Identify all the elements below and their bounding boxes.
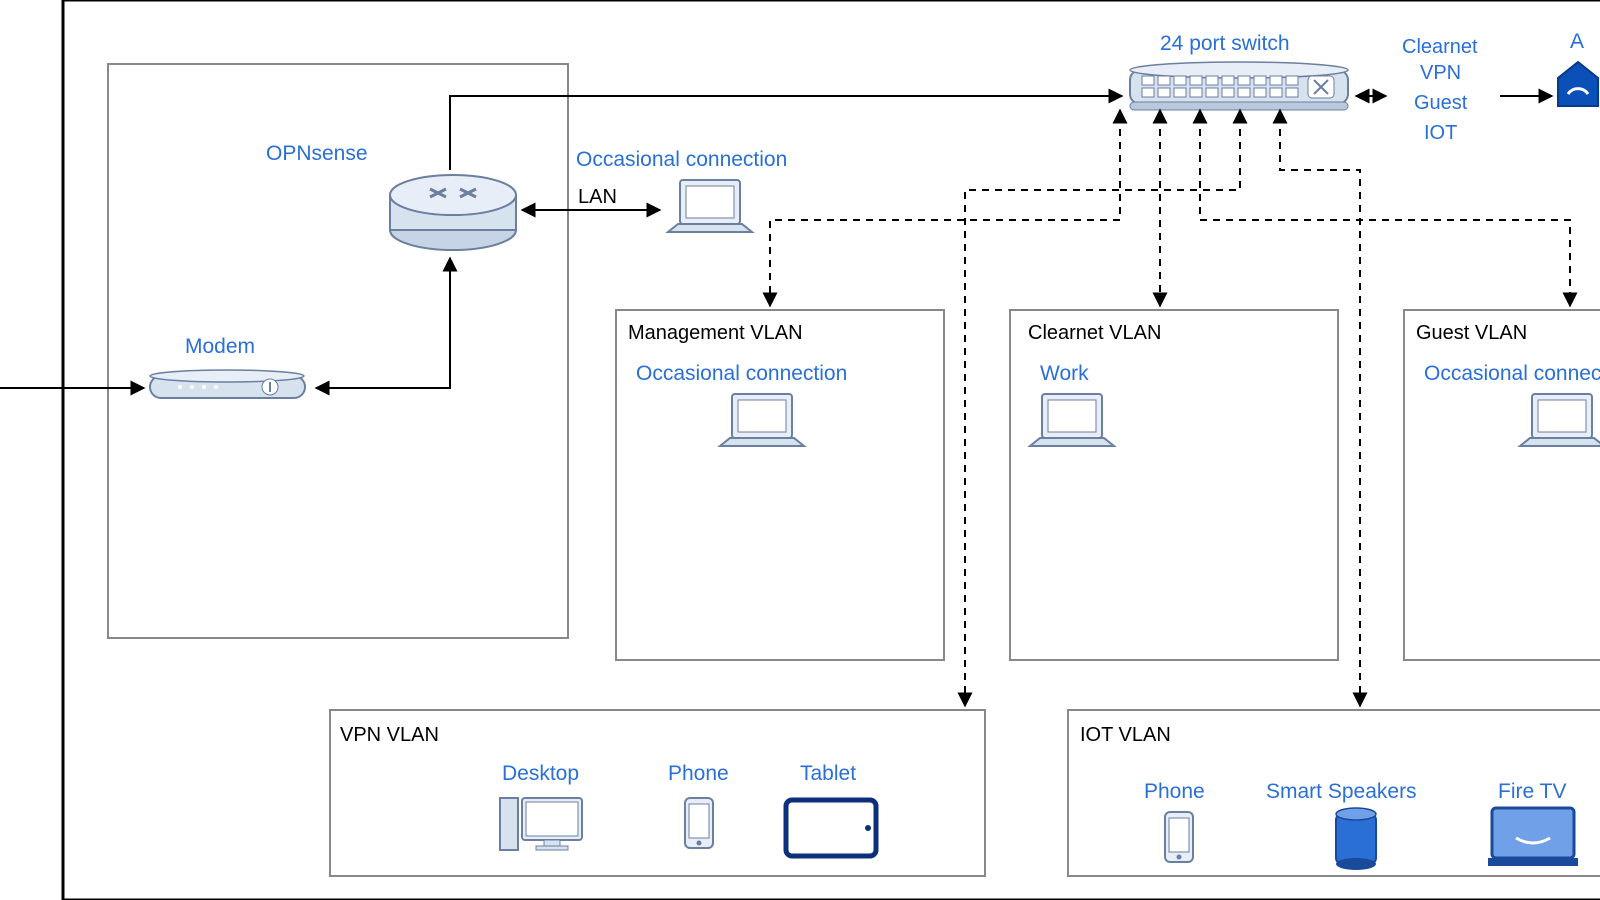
guest-vlan-title: Guest VLAN [1416,322,1527,345]
opnsense-label: OPNsense [266,142,368,166]
iot-vlan-title: IOT VLAN [1080,724,1171,747]
switch-label: 24 port switch [1160,32,1290,56]
laptop-icon-lan [668,180,752,232]
mgmt-vlan-title: Management VLAN [628,322,803,345]
phone-icon-iot [1165,812,1193,862]
laptop-icon-clearnet [1030,394,1114,446]
router-icon [390,175,516,250]
switch-icon [1130,62,1348,110]
trunk-0: Clearnet [1402,36,1478,59]
laptop-icon-guest [1520,394,1600,446]
tv-icon [1488,808,1578,866]
trunk-3: IOT [1424,122,1457,145]
lan-label: LAN [578,186,617,209]
occ-lan-label: Occasional connection [576,148,787,172]
edge-switch-guest [1200,116,1570,300]
guest-laptop-label: Occasional connection [1424,362,1600,386]
phone-vpn-label: Phone [668,762,729,786]
clearnet-laptop-label: Work [1040,362,1089,386]
vpn-vlan-title: VPN VLAN [340,724,439,747]
desktop-label: Desktop [502,762,579,786]
speaker-label: Smart Speakers [1266,780,1417,804]
modem-icon [150,370,305,398]
network-diagram: OPNsense Modem Occasional connection LAN… [0,0,1600,900]
phone-icon-vpn [685,798,713,848]
modem-label: Modem [185,335,255,359]
edge-switch-mgmt [770,116,1120,300]
phone-iot-label: Phone [1144,780,1205,804]
access-point-icon [1558,62,1598,106]
trunk-2: Guest [1414,92,1467,115]
mgmt-laptop-label: Occasional connection [636,362,847,386]
ap-label: A [1570,30,1584,54]
firetv-label: Fire TV [1498,780,1566,804]
trunk-1: VPN [1420,62,1461,85]
laptop-icon-mgmt [720,394,804,446]
speaker-icon [1336,808,1376,870]
tablet-icon [786,800,876,856]
clearnet-vlan-title: Clearnet VLAN [1028,322,1161,345]
tablet-label: Tablet [800,762,856,786]
